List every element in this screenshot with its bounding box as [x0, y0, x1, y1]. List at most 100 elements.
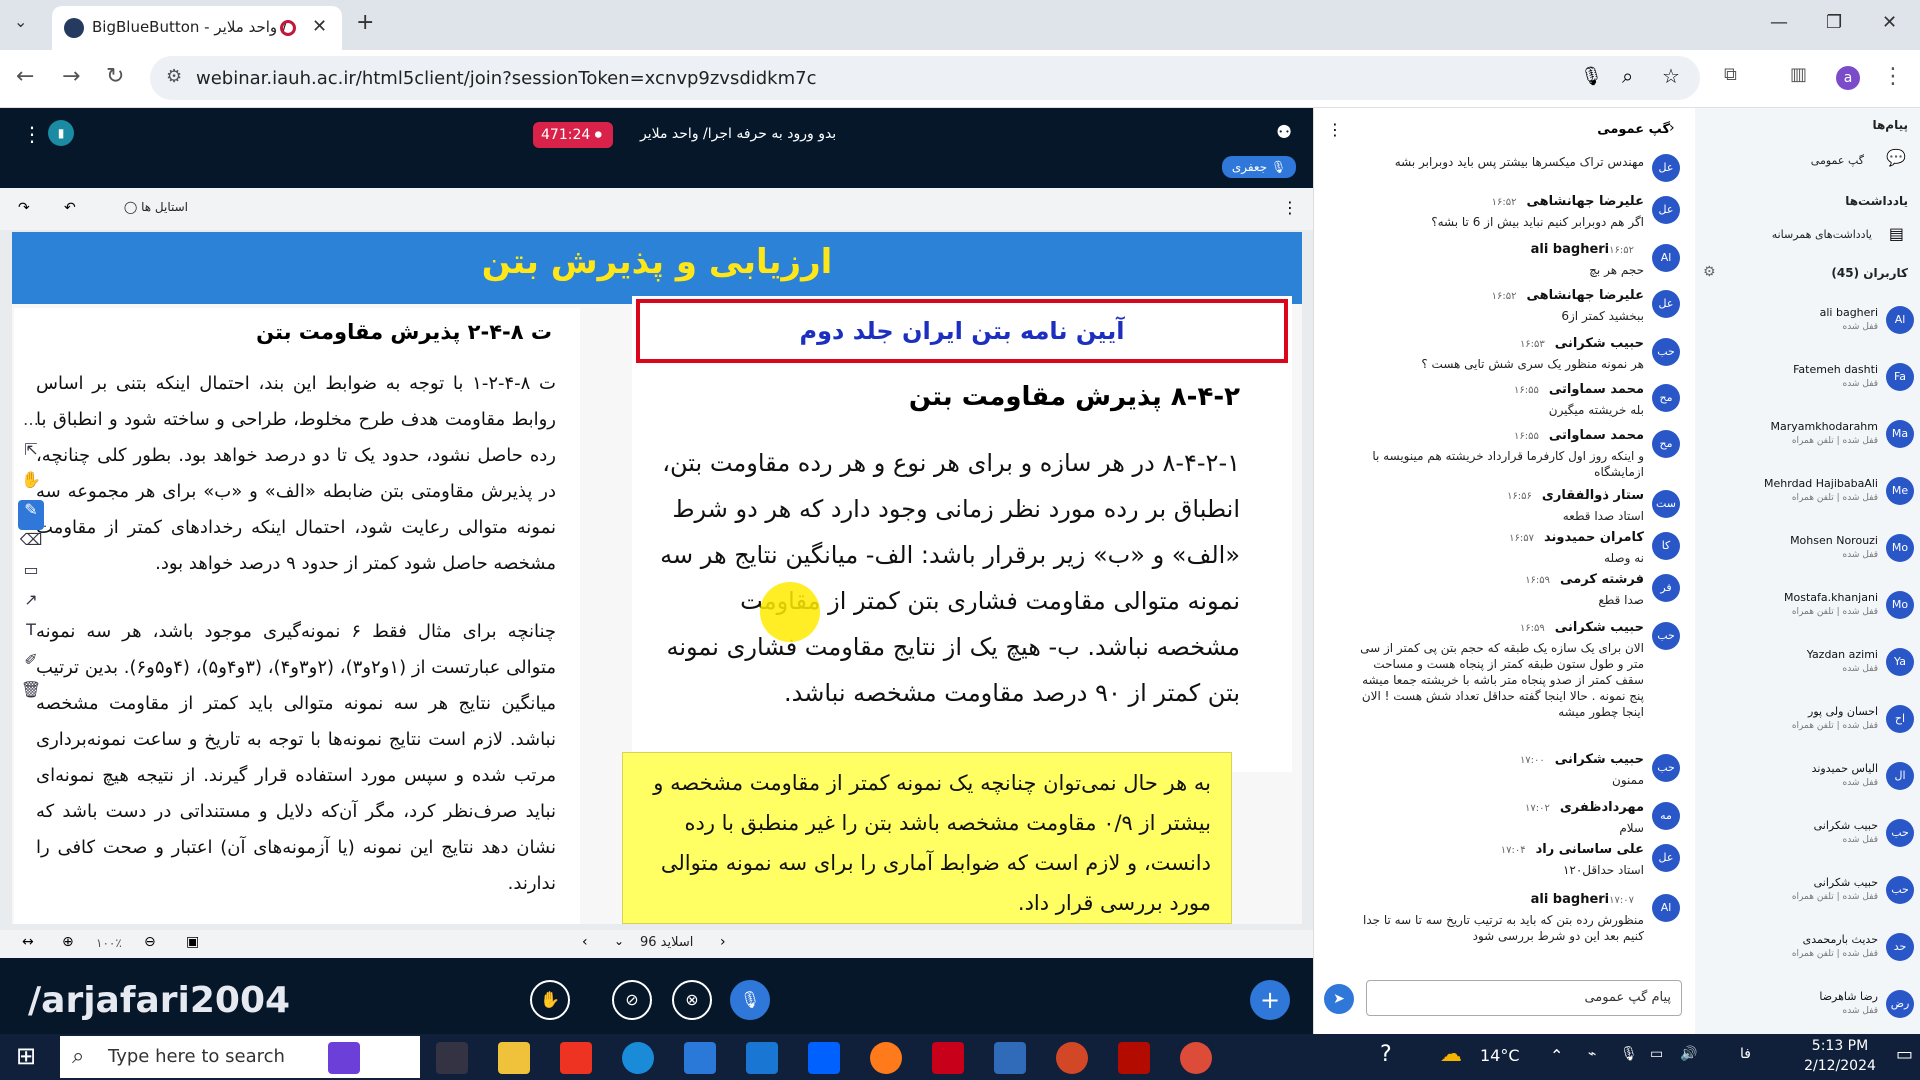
next-slide-icon[interactable]: › [720, 934, 726, 950]
options-kebab-icon[interactable]: ⋮ [22, 122, 42, 146]
actions-plus-button[interactable]: + [1250, 980, 1290, 1020]
minimize-icon[interactable]: — [1770, 12, 1788, 33]
calculator-icon[interactable] [994, 1042, 1026, 1074]
arrow-tool-icon[interactable]: ↗ [18, 590, 44, 620]
dropbox-icon[interactable] [808, 1042, 840, 1074]
user-list-item[interactable]: Ya Yazdan azimi قفل شده [1714, 642, 1914, 694]
hand-tool-icon[interactable]: ✋ [18, 470, 44, 500]
zoom-out-icon[interactable]: ⊖ [144, 934, 156, 950]
user-list-item[interactable]: رض رضا شاهرضا قفل شده [1714, 984, 1914, 1036]
prev-slide-icon[interactable]: ‹ [582, 934, 588, 950]
forward-icon[interactable]: → [62, 64, 80, 89]
taskbar-clock[interactable]: 5:13 PM 2/12/2024 [1795, 1036, 1885, 1076]
taskbar-search[interactable]: Type here to search [60, 1036, 420, 1078]
chat-input[interactable]: پیام گپ عمومی [1366, 980, 1682, 1016]
file-explorer-icon[interactable] [498, 1042, 530, 1074]
recording-timer[interactable]: 471:24 ⏺ [533, 122, 613, 148]
fullscreen-icon[interactable]: ▣ [186, 934, 199, 950]
user-list-item[interactable]: Ma Maryamkhodarahm قفل شده | تلفن همراه [1714, 414, 1914, 466]
store-icon[interactable] [684, 1042, 716, 1074]
mic-icon[interactable]: 🎙 [1580, 66, 1603, 87]
mic-tray-icon[interactable]: 🎙 [1620, 1046, 1638, 1062]
send-button[interactable]: ➤ [1324, 984, 1354, 1014]
copilot-icon[interactable] [328, 1042, 360, 1074]
public-chat-item[interactable]: گپ عمومی [1811, 154, 1864, 167]
notifications-icon[interactable]: ▭ [1896, 1044, 1913, 1065]
user-list-item[interactable]: ال الیاس حمیدوند قفل شده [1714, 756, 1914, 808]
zoom-in-icon[interactable]: ⊕ [62, 934, 74, 950]
fit-width-icon[interactable]: ↔ [22, 934, 34, 950]
browser-tab[interactable]: BigBlueButton - واحد ملایر / ✕ [52, 6, 342, 50]
styles-button[interactable]: استایل ها ◯ [108, 200, 188, 224]
address-bar[interactable]: ⚙ webinar.iauh.ac.ir/html5client/join?se… [150, 56, 1700, 100]
help-icon[interactable]: ? [1380, 1042, 1392, 1067]
message-avatar: حب [1652, 754, 1680, 782]
user-list-item[interactable]: حد حدیث بارمحمدی قفل شده | تلفن همراه [1714, 927, 1914, 979]
shared-notes-item[interactable]: یادداشت‌های همرسانه [1772, 228, 1872, 241]
chrome-icon[interactable] [1180, 1042, 1212, 1074]
slide-number[interactable]: اسلاید 96 [640, 935, 693, 950]
slide-select-icon[interactable]: ⌄ [614, 934, 624, 948]
new-tab-icon[interactable]: + [356, 10, 374, 35]
back-icon[interactable]: ← [16, 64, 34, 89]
user-list-item[interactable]: Mo Mohsen Norouzi قفل شده [1714, 528, 1914, 580]
undo-icon[interactable]: ↶ [64, 200, 76, 216]
user-list-item[interactable]: حب حبیب شکرانی قفل شده [1714, 813, 1914, 865]
user-list-item[interactable]: حب حبیب شکرانی قفل شده | تلفن همراه [1714, 870, 1914, 922]
battery-icon[interactable]: ▭ [1650, 1046, 1663, 1062]
bookmark-star-icon[interactable]: ☆ [1662, 64, 1680, 88]
volume-icon[interactable]: 🔊 [1680, 1046, 1697, 1062]
acrobat-icon[interactable] [932, 1042, 964, 1074]
screenshare-button[interactable]: ⊘ [612, 980, 652, 1020]
user-list-item[interactable]: اح احسان ولی پور قفل شده | تلفن همراه [1714, 699, 1914, 751]
presentation-options-icon[interactable]: ⋮ [1282, 198, 1298, 217]
windows-start-icon[interactable]: ⊞ [16, 1042, 36, 1070]
extensions-icon[interactable]: ⧉ [1724, 64, 1737, 85]
chat-options-icon[interactable]: ⋮ [1327, 120, 1343, 139]
laser-pointer [760, 582, 820, 642]
more-tools-icon[interactable]: … [18, 410, 44, 440]
select-tool-icon[interactable]: ⇱ [18, 440, 44, 470]
user-name: Mehrdad HajibabaAli [1764, 477, 1878, 490]
menu-kebab-icon[interactable]: ⋮ [1882, 64, 1904, 89]
pencil-tool-icon[interactable]: ✎ [18, 500, 44, 530]
language-indicator[interactable]: فا [1740, 1046, 1751, 1062]
chat-message-list[interactable]: عل مهندس تراک میکسرها بیشتر پس باید دوبر… [1330, 152, 1690, 962]
user-list-item[interactable]: Al ali bagheri قفل شده [1714, 300, 1914, 352]
message-text: سلام [1619, 821, 1644, 835]
user-list-item[interactable]: Fa Fatemeh dashti قفل شده [1714, 357, 1914, 409]
reload-icon[interactable]: ↻ [106, 64, 124, 89]
network-icon[interactable]: ⌁ [1588, 1046, 1596, 1062]
user-list-toggle-icon[interactable]: ⚉ [1276, 122, 1292, 143]
close-tab-icon[interactable]: ✕ [312, 16, 327, 37]
stats-icon[interactable]: ▮ [48, 120, 74, 146]
note-tool-icon[interactable]: ✐ [18, 650, 44, 680]
site-settings-icon[interactable]: ⚙ [166, 66, 182, 87]
microphone-button[interactable]: 🎙 [730, 980, 770, 1020]
camera-button[interactable]: ⊗ [672, 980, 712, 1020]
raise-hand-button[interactable]: ✋ [530, 980, 570, 1020]
user-list-item[interactable]: Mo Mostafa.khanjani قفل شده | تلفن همراه [1714, 585, 1914, 637]
side-panel-icon[interactable]: ▥ [1790, 64, 1807, 85]
tab-search-icon[interactable]: ⌄ [14, 12, 27, 31]
redo-icon[interactable]: ↷ [18, 200, 30, 216]
user-list-item[interactable]: Me Mehrdad HajibabaAli قفل شده | تلفن هم… [1714, 471, 1914, 523]
text-tool-icon[interactable]: T [18, 620, 44, 650]
tray-chevron-icon[interactable]: ⌃ [1550, 1046, 1563, 1065]
powerpoint-icon[interactable] [1056, 1042, 1088, 1074]
task-view-icon[interactable] [436, 1042, 468, 1074]
rectangle-tool-icon[interactable]: ▭ [18, 560, 44, 590]
edge-icon[interactable] [622, 1042, 654, 1074]
maximize-icon[interactable]: ❐ [1826, 12, 1842, 33]
user-status: قفل شده [1842, 1006, 1878, 1016]
users-settings-gear-icon[interactable]: ⚙ [1703, 264, 1716, 280]
delete-tool-icon[interactable]: 🗑 [18, 680, 44, 710]
window-close-icon[interactable]: ✕ [1882, 12, 1897, 33]
zoom-icon[interactable]: ⌕ [1622, 64, 1633, 88]
mail-icon[interactable] [746, 1042, 778, 1074]
firefox-icon[interactable] [870, 1042, 902, 1074]
profile-avatar[interactable]: a [1836, 66, 1860, 90]
eraser-tool-icon[interactable]: ⌫ [18, 530, 44, 560]
pdf-reader-icon[interactable] [1118, 1042, 1150, 1074]
app-red-diamond-icon[interactable] [560, 1042, 592, 1074]
